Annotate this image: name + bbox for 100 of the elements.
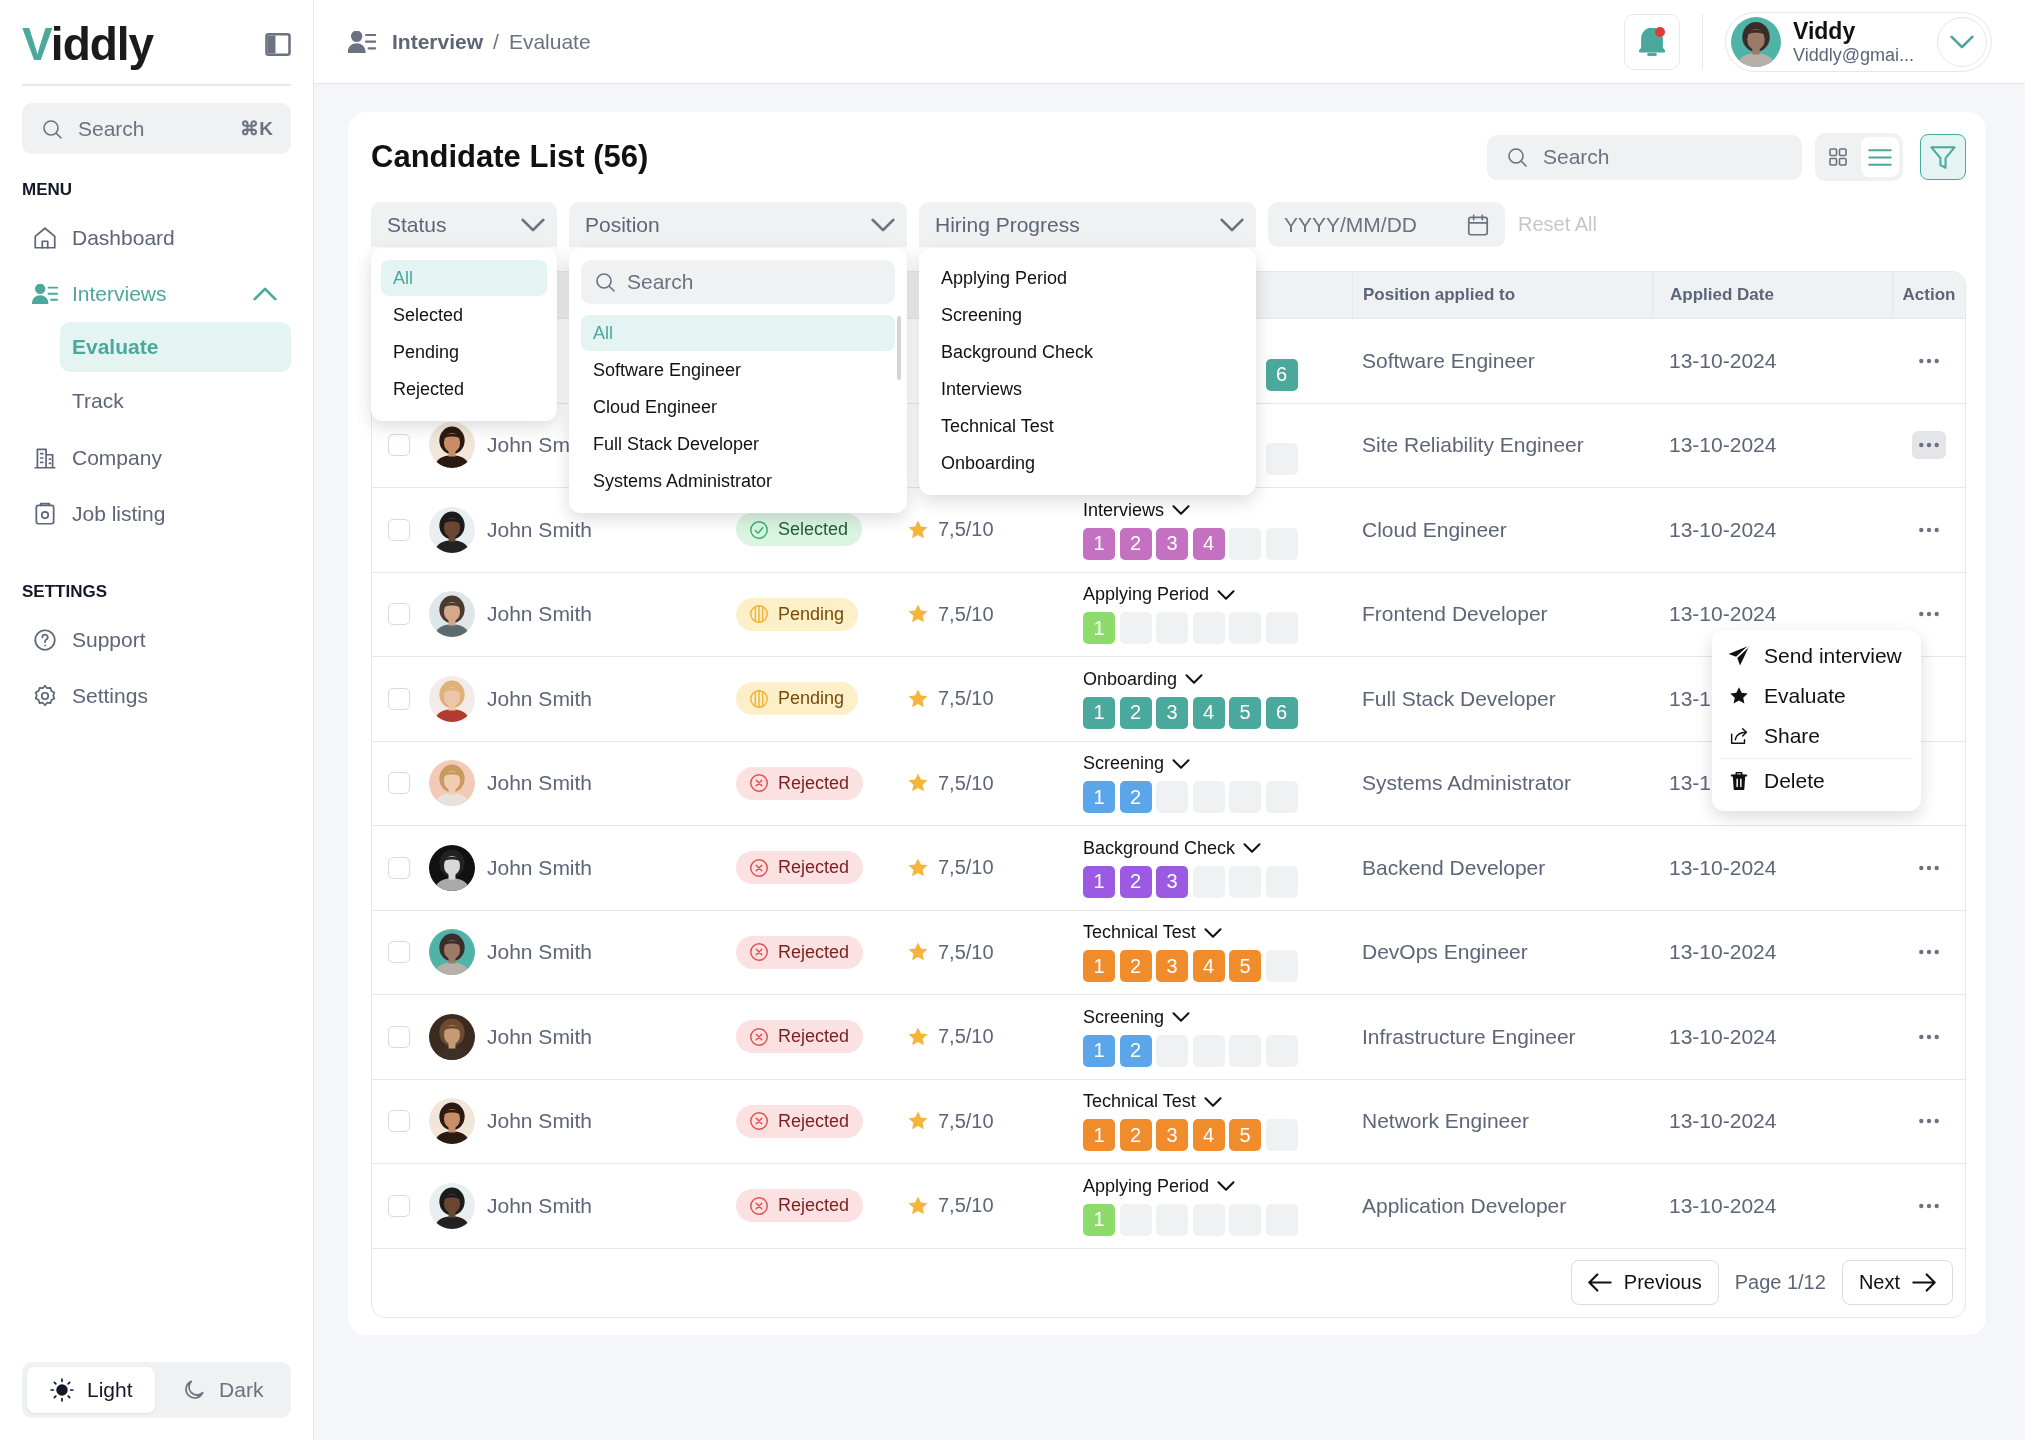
stage-dropdown[interactable]: Onboarding	[1083, 668, 1204, 690]
stage-dropdown[interactable]: Technical Test	[1083, 1091, 1222, 1113]
date-text: 13-1	[1669, 686, 1712, 711]
filter-dropdown[interactable]: Status	[371, 202, 557, 247]
nav-item[interactable]: Job listing	[22, 486, 291, 542]
menu-item[interactable]: Evaluate	[1720, 675, 1913, 716]
row-checkbox[interactable]	[388, 518, 410, 541]
chevron-down-icon	[1217, 589, 1236, 600]
step-number: 1	[1093, 701, 1105, 725]
position-text: DevOps Engineer	[1362, 940, 1528, 965]
sidebar-toggle-icon[interactable]	[265, 32, 291, 56]
position-text: Cloud Engineer	[1362, 517, 1507, 542]
row-checkbox[interactable]	[388, 1194, 410, 1217]
list-icon	[1868, 148, 1892, 166]
next-button[interactable]: Next	[1841, 1260, 1953, 1306]
row-checkbox[interactable]	[388, 772, 410, 795]
stage-dropdown[interactable]: Applying Period	[1083, 584, 1236, 606]
breadcrumb-link[interactable]: Interview	[392, 29, 484, 54]
row-checkbox[interactable]	[388, 687, 410, 710]
stage-dropdown[interactable]: Background Check	[1083, 837, 1262, 859]
more-icon	[1917, 864, 1940, 871]
step-number: 5	[1239, 954, 1251, 978]
row-checkbox[interactable]	[388, 1110, 410, 1133]
shortcut-hint: ⌘K	[240, 117, 273, 140]
step-number: 2	[1129, 954, 1142, 978]
calendar-icon	[1465, 211, 1491, 238]
previous-button[interactable]: Previous	[1570, 1260, 1719, 1306]
chevron-down-icon	[1243, 843, 1262, 854]
nav-item[interactable]: Settings	[22, 668, 291, 724]
arrow-left-icon	[1587, 1273, 1612, 1293]
search-field[interactable]: Search	[581, 260, 895, 304]
row-checkbox[interactable]	[388, 1025, 410, 1048]
filter-icon	[1930, 145, 1956, 169]
menu-item[interactable]: Delete	[1720, 760, 1913, 801]
stage-dropdown[interactable]: Technical Test	[1083, 922, 1222, 944]
nav-item[interactable]: Company	[22, 430, 291, 486]
breadcrumb-link[interactable]: Evaluate	[508, 29, 591, 54]
rating-text: 7,5/10	[938, 518, 994, 542]
step-number: 1	[1093, 870, 1105, 894]
more-button[interactable]	[1911, 431, 1946, 460]
step-number: 3	[1166, 870, 1178, 894]
status-badge: Rejected	[736, 851, 864, 885]
rating-text: 7,5/10	[938, 1109, 994, 1133]
help-icon	[32, 627, 58, 653]
row-checkbox[interactable]	[388, 856, 410, 879]
chevron-down-icon	[1172, 1012, 1191, 1023]
view-option[interactable]	[1861, 137, 1899, 177]
menu-option[interactable]: Onboarding	[933, 445, 1242, 481]
step-number: 2	[1129, 870, 1142, 894]
candidate-name: John Smith	[487, 517, 593, 542]
nav-item[interactable]: Support	[22, 612, 291, 668]
menu-item[interactable]: Send interview	[1720, 635, 1913, 676]
step-number: 3	[1166, 1123, 1178, 1147]
nav-subitem[interactable]: Track	[60, 376, 291, 426]
date-text: 13-10-2024	[1669, 1024, 1777, 1049]
filter-dropdown[interactable]: Hiring Progress	[919, 202, 1256, 247]
user-email: Viddly@gmai...	[1793, 44, 1915, 66]
stage-dropdown[interactable]: Interviews	[1083, 499, 1191, 521]
notification-button[interactable]	[1624, 13, 1680, 70]
menu-item[interactable]: Share	[1720, 715, 1913, 756]
row-checkbox[interactable]	[388, 603, 410, 626]
theme-option[interactable]: Dark	[158, 1367, 286, 1413]
row-checkbox[interactable]	[388, 434, 410, 457]
menu-option[interactable]: Technical Test	[933, 408, 1242, 444]
date-text: 13-1	[1669, 771, 1712, 796]
menu-option[interactable]: Software Engineer	[581, 352, 895, 388]
candidate-name: John Smith	[487, 1024, 593, 1049]
filter-dropdown[interactable]: Position	[569, 202, 907, 247]
menu-option[interactable]: Background Check	[933, 334, 1242, 370]
stage-dropdown[interactable]: Screening	[1083, 753, 1191, 775]
step-number: 1	[1093, 1039, 1105, 1063]
status-badge: Rejected	[736, 935, 864, 969]
menu-option[interactable]: Selected	[381, 297, 547, 333]
section-title: MENU	[22, 180, 74, 200]
theme-option[interactable]: Light	[27, 1367, 155, 1413]
menu-option[interactable]: Applying Period	[933, 260, 1242, 296]
scrollbar[interactable]	[897, 316, 901, 380]
date-text: 13-10-2024	[1669, 517, 1777, 542]
chevron-down-icon	[1950, 34, 1974, 49]
filter-button[interactable]	[1920, 134, 1966, 180]
column-header: Applied Date	[1670, 285, 1774, 305]
menu-option[interactable]: Cloud Engineer	[581, 389, 895, 425]
row-checkbox[interactable]	[388, 941, 410, 964]
search-field[interactable]: Search	[1487, 134, 1802, 180]
nav-item[interactable]: Dashboard	[22, 210, 291, 266]
date-field[interactable]: YYYY/MM/DD	[1268, 202, 1505, 247]
people-icon	[348, 30, 376, 53]
menu-option[interactable]: Interviews	[933, 371, 1242, 407]
step-number: 2	[1129, 532, 1142, 556]
menu-option[interactable]: Screening	[933, 297, 1242, 333]
position-text: Site Reliability Engineer	[1362, 433, 1584, 458]
menu-option[interactable]: Full Stack Developer	[581, 426, 895, 462]
candidate-name: John Smith	[487, 686, 593, 711]
menu-option[interactable]: Systems Administrator	[581, 463, 895, 499]
menu-option[interactable]: Pending	[381, 334, 547, 370]
menu-option[interactable]: Rejected	[381, 371, 547, 407]
step-number: 4	[1202, 701, 1215, 725]
stage-dropdown[interactable]: Applying Period	[1083, 1175, 1236, 1197]
people-icon	[32, 284, 58, 304]
stage-dropdown[interactable]: Screening	[1083, 1006, 1191, 1028]
